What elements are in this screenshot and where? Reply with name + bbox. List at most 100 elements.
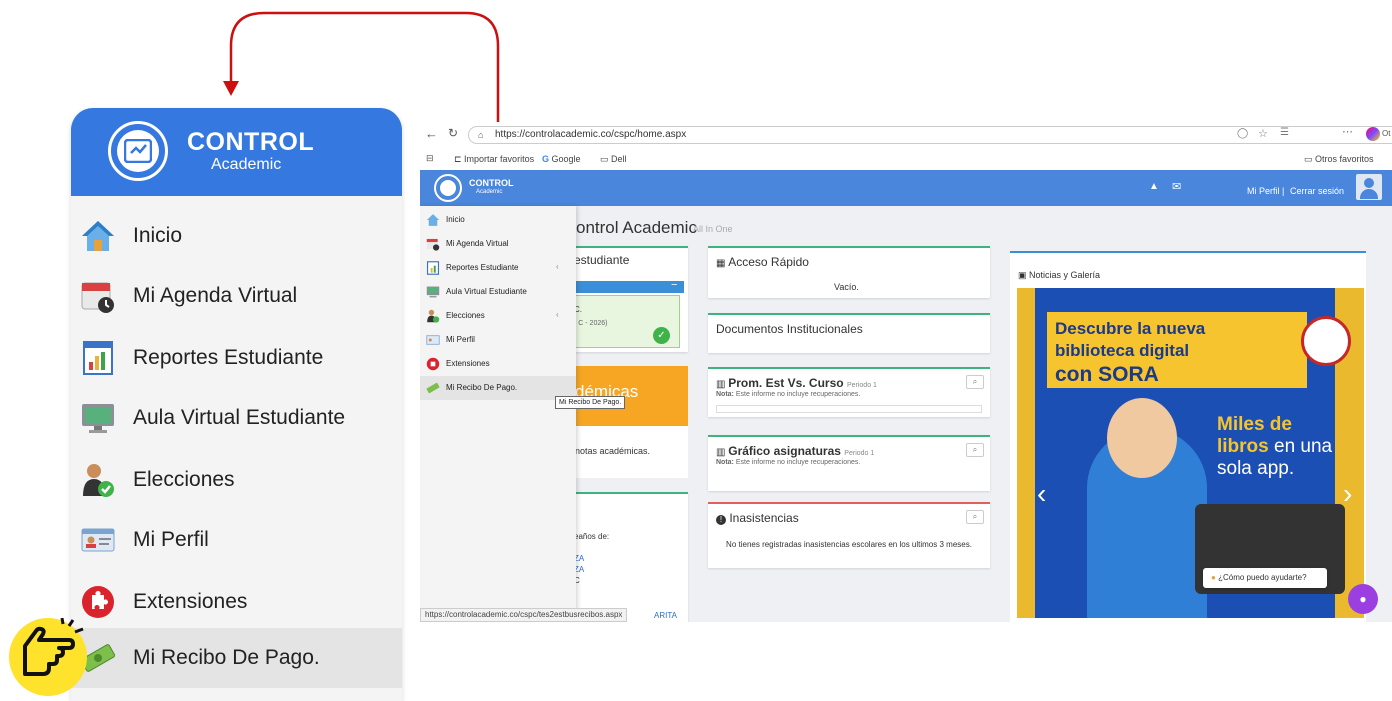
banner-child-head bbox=[1107, 398, 1177, 478]
student-info-box: C. - C - 2026) ✓ bbox=[570, 295, 680, 348]
star-icon[interactable]: ☆ bbox=[1258, 127, 1268, 140]
documents-title: Documentos Institucionales bbox=[716, 322, 863, 336]
sidebar-item-label: Mi Recibo De Pago. bbox=[133, 646, 320, 669]
sidebar-menu: Inicio Mi Agenda Virtual Reportes Estudi… bbox=[420, 206, 576, 622]
voter-icon bbox=[83, 464, 114, 497]
banner-line1: Descubre la nueva bbox=[1055, 319, 1206, 338]
status-bar-url: https://controlacademic.co/cspc/tes2estb… bbox=[420, 608, 628, 622]
favorites-icon[interactable]: ☰ bbox=[1280, 127, 1289, 138]
collapse-button[interactable]: − bbox=[671, 279, 677, 291]
page-title: ontrol Academic bbox=[576, 218, 697, 237]
student-card-title: estudiante bbox=[574, 253, 630, 267]
image-icon: ▣ bbox=[1018, 270, 1030, 280]
monitor-icon bbox=[426, 286, 440, 298]
app-logo-title: CONTROL bbox=[469, 178, 514, 188]
zoomed-sidebar-menu: CONTROL Academic Inicio Mi Agenda Virtua… bbox=[71, 108, 402, 701]
app-logo-icon[interactable] bbox=[434, 174, 462, 202]
profile-link[interactable]: Mi Perfil bbox=[1247, 186, 1280, 196]
chat-bubble-icon[interactable]: ● bbox=[1348, 584, 1378, 614]
sidebar-item-mi-recibo-de-pago[interactable]: Mi Recibo De Pago. bbox=[71, 628, 402, 688]
check-circle-icon: ✓ bbox=[653, 327, 670, 344]
subjects-chart-card: ▥ Gráfico asignaturas Periodo 1 Nota: Es… bbox=[708, 435, 990, 491]
monitor-icon bbox=[82, 404, 114, 433]
calendar-clock-icon bbox=[81, 282, 114, 313]
mail-icon[interactable]: ✉ bbox=[1172, 180, 1181, 193]
student-card-header: − bbox=[570, 279, 684, 293]
sidebar-item-mi-perfil[interactable]: Mi Perfil bbox=[71, 510, 402, 570]
menu-item-mi-perfil[interactable]: Mi Perfil bbox=[420, 328, 576, 352]
page-subtitle: All In One bbox=[693, 224, 733, 234]
birthdays-card: eaños de: ZA ZA C ARITA bbox=[570, 492, 688, 622]
menu-item-reportes-estudiante[interactable]: Reportes Estudiante ‹ bbox=[420, 256, 576, 280]
menu-item-label: Mi Perfil bbox=[446, 335, 475, 344]
sidebar-item-label: Mi Perfil bbox=[133, 528, 209, 551]
more-icon[interactable]: ⋯ bbox=[1342, 125, 1353, 138]
back-icon[interactable]: ← bbox=[425, 126, 438, 141]
zoom-button[interactable]: ⌕ bbox=[966, 510, 984, 524]
quick-access-value: Vacío. bbox=[834, 282, 859, 292]
notes-card: notas académicas. bbox=[570, 426, 688, 478]
menu-item-label: Elecciones bbox=[446, 311, 485, 320]
sidebar-item-mi-agenda-virtual[interactable]: Mi Agenda Virtual bbox=[71, 266, 402, 326]
student-card: estudiante − C. - C - 2026) ✓ bbox=[570, 246, 688, 352]
average-title: ▥ Prom. Est Vs. Curso Periodo 1 bbox=[716, 376, 877, 390]
report-chart-icon bbox=[83, 341, 113, 375]
menu-item-elecciones[interactable]: Elecciones ‹ bbox=[420, 304, 576, 328]
user-avatar[interactable] bbox=[1356, 174, 1382, 200]
logout-link[interactable]: Cerrar sesión bbox=[1290, 186, 1344, 196]
url-input[interactable]: ⌂ https://controlacademic.co/cspc/home.a… bbox=[468, 126, 1392, 144]
bookmarks-bar: ⊟ ⊏ Importar favoritos G Google ▭ Dell ▭… bbox=[420, 148, 1392, 170]
tab-actions-icon[interactable]: ⊟ bbox=[426, 153, 434, 164]
profile-short[interactable]: Ot bbox=[1382, 129, 1390, 138]
average-chart-area bbox=[716, 405, 982, 413]
menu-item-extensiones[interactable]: Extensiones bbox=[420, 352, 576, 376]
google-icon: G bbox=[542, 154, 552, 164]
reader-icon[interactable]: ◯ bbox=[1237, 128, 1248, 139]
zoom-button[interactable]: ⌕ bbox=[966, 375, 984, 389]
absences-title: ! Inasistencias bbox=[716, 511, 799, 525]
sidebar-item-reportes-estudiante[interactable]: Reportes Estudiante bbox=[71, 328, 402, 388]
birthday-name-bottom[interactable]: ARITA bbox=[654, 611, 677, 620]
address-bar-row: ← ↻ ⌂ https://controlacademic.co/cspc/ho… bbox=[420, 122, 1392, 148]
bookmark-other[interactable]: ▭ Otros favoritos bbox=[1304, 154, 1374, 165]
sidebar-item-label: Mi Agenda Virtual bbox=[133, 284, 298, 307]
banner-b1: Miles de bbox=[1217, 414, 1292, 435]
news-banner[interactable]: Descubre la nueva biblioteca digital con… bbox=[1017, 288, 1364, 618]
sidebar-item-extensiones[interactable]: Extensiones bbox=[71, 572, 402, 632]
puzzle-icon bbox=[82, 586, 114, 618]
home-icon bbox=[426, 214, 440, 226]
menu-item-mi-agenda-virtual[interactable]: Mi Agenda Virtual bbox=[420, 232, 576, 256]
carousel-prev[interactable]: ‹ bbox=[1037, 478, 1046, 510]
chat-prompt[interactable]: ● ¿Cómo puedo ayudarte? bbox=[1203, 568, 1327, 588]
bookmark-import[interactable]: ⊏ Importar favoritos bbox=[454, 154, 534, 165]
bookmark-dell[interactable]: ▭ Dell bbox=[600, 154, 627, 165]
app-logo-subtitle: Academic bbox=[476, 189, 503, 195]
sidebar-item-label: Inicio bbox=[133, 224, 183, 247]
banner-b2: libros en una bbox=[1217, 436, 1333, 457]
bell-icon[interactable]: ▲ bbox=[1149, 181, 1159, 192]
menu-item-inicio[interactable]: Inicio bbox=[420, 208, 576, 232]
zoom-button[interactable]: ⌕ bbox=[966, 443, 984, 457]
folder-icon: ▭ bbox=[1304, 154, 1316, 164]
sidebar-item-elecciones[interactable]: Elecciones bbox=[71, 450, 402, 510]
lock-icon: ⌂ bbox=[478, 130, 484, 140]
refresh-icon[interactable]: ↻ bbox=[448, 126, 458, 140]
menu-item-aula-virtual-estudiante[interactable]: Aula Virtual Estudiante bbox=[420, 280, 576, 304]
menu-item-label: Extensiones bbox=[446, 359, 490, 368]
calendar-clock-icon bbox=[426, 238, 440, 251]
pointing-hand-badge bbox=[9, 617, 87, 696]
sidebar-item-inicio[interactable]: Inicio bbox=[71, 206, 402, 266]
bookmark-google[interactable]: G Google bbox=[542, 154, 581, 164]
copilot-icon[interactable] bbox=[1366, 127, 1380, 141]
menu-item-label: Mi Agenda Virtual bbox=[446, 239, 509, 248]
id-card-icon bbox=[81, 528, 115, 552]
menu-item-mi-recibo-de-pago[interactable]: Mi Recibo De Pago. bbox=[420, 376, 576, 400]
school-crest-icon bbox=[1301, 316, 1351, 366]
birthdays-label: eaños de: bbox=[574, 532, 610, 541]
carousel-next[interactable]: › bbox=[1343, 478, 1352, 510]
chevron-left-icon: ‹ bbox=[556, 262, 559, 271]
sidebar-item-aula-virtual-estudiante[interactable]: Aula Virtual Estudiante bbox=[71, 388, 402, 448]
app-top-bar: CONTROL Academic ▲ ✉ Mi Perfil | Cerrar … bbox=[420, 170, 1392, 206]
banner-line3: con SORA bbox=[1055, 363, 1159, 386]
banner-b3: sola app. bbox=[1217, 458, 1295, 479]
